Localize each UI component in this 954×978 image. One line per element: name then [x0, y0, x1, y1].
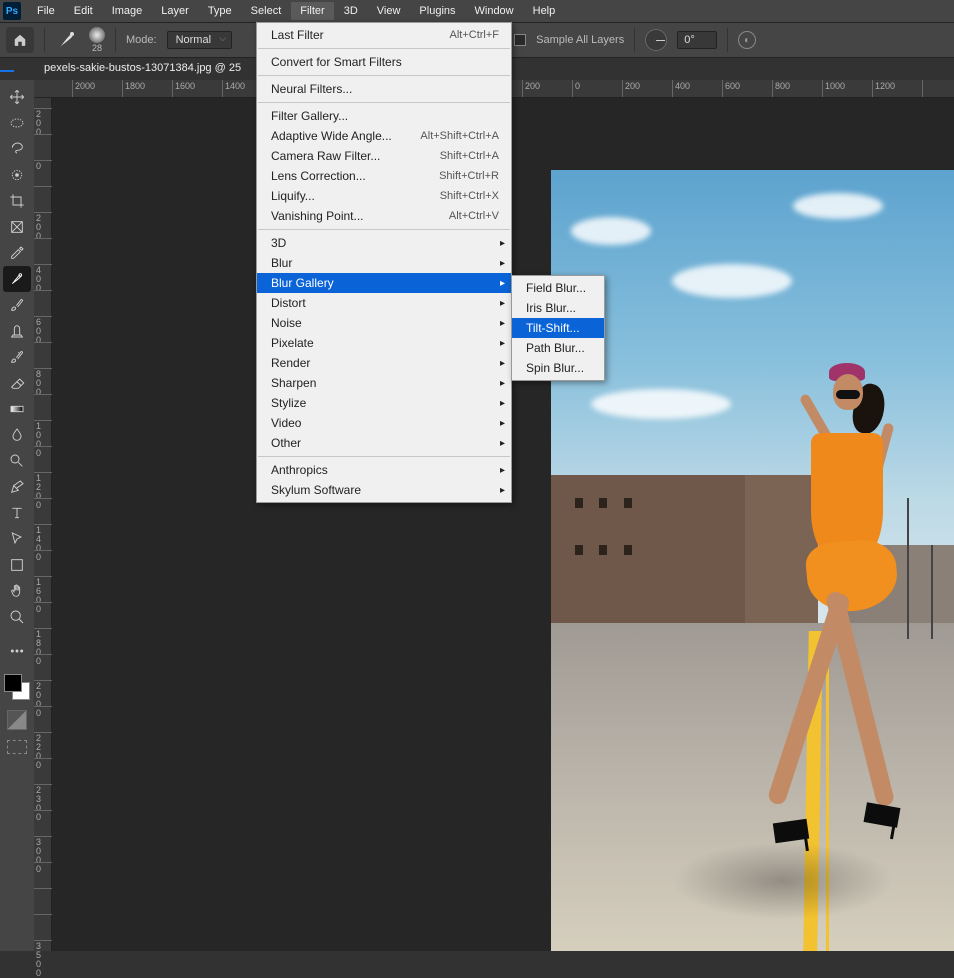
menu-help[interactable]: Help: [524, 2, 565, 20]
blur-gallery-item[interactable]: Field Blur...: [512, 278, 604, 298]
menu-filter[interactable]: Filter: [291, 2, 333, 20]
filter-menu-item[interactable]: Stylize: [257, 393, 511, 413]
sample-all-label: Sample All Layers: [536, 34, 624, 46]
filter-menu-item[interactable]: Lens Correction...Shift+Ctrl+R: [257, 166, 511, 186]
menu-3d[interactable]: 3D: [335, 2, 367, 20]
blur-gallery-item[interactable]: Tilt-Shift...: [512, 318, 604, 338]
separator: [44, 28, 45, 52]
filter-menu-item[interactable]: Render: [257, 353, 511, 373]
sample-all-checkbox[interactable]: [514, 34, 526, 46]
angle-input[interactable]: 0°: [677, 31, 717, 49]
filter-menu-item[interactable]: Adaptive Wide Angle...Alt+Shift+Ctrl+A: [257, 126, 511, 146]
angle-dial[interactable]: [645, 29, 667, 51]
filter-menu-item[interactable]: Camera Raw Filter...Shift+Ctrl+A: [257, 146, 511, 166]
separator: [634, 28, 635, 52]
panel-tab[interactable]: [0, 58, 14, 72]
blur-gallery-item[interactable]: Path Blur...: [512, 338, 604, 358]
marquee-tool[interactable]: [3, 110, 31, 136]
filter-menu-item[interactable]: Video: [257, 413, 511, 433]
crop-tool[interactable]: [3, 188, 31, 214]
type-tool[interactable]: [3, 500, 31, 526]
document-tab[interactable]: pexels-sakie-bustos-13071384.jpg @ 25: [34, 58, 251, 80]
menu-image[interactable]: Image: [103, 2, 152, 20]
move-tool[interactable]: [3, 84, 31, 110]
frame-tool[interactable]: [3, 214, 31, 240]
screen-mode-toggle[interactable]: [7, 740, 27, 754]
filter-menu-item[interactable]: Liquify...Shift+Ctrl+X: [257, 186, 511, 206]
filter-menu-item[interactable]: Skylum Software: [257, 480, 511, 500]
filter-menu-item[interactable]: Anthropics: [257, 460, 511, 480]
menu-layer[interactable]: Layer: [152, 2, 198, 20]
gradient-tool[interactable]: [3, 396, 31, 422]
filter-menu-item[interactable]: Blur Gallery: [257, 273, 511, 293]
filter-menu-item[interactable]: Pixelate: [257, 333, 511, 353]
filter-menu-item[interactable]: Noise: [257, 313, 511, 333]
color-swatches[interactable]: [4, 674, 30, 700]
eraser-tool[interactable]: [3, 370, 31, 396]
home-button[interactable]: [6, 27, 34, 53]
blur-gallery-submenu: Field Blur...Iris Blur...Tilt-Shift...Pa…: [511, 275, 605, 381]
menu-view[interactable]: View: [368, 2, 410, 20]
shape-tool[interactable]: [3, 552, 31, 578]
filter-menu-item[interactable]: 3D: [257, 233, 511, 253]
menu-plugins[interactable]: Plugins: [410, 2, 464, 20]
filter-menu-item[interactable]: Other: [257, 433, 511, 453]
blur-gallery-item[interactable]: Iris Blur...: [512, 298, 604, 318]
filter-menu-item[interactable]: Vanishing Point...Alt+Ctrl+V: [257, 206, 511, 226]
dodge-tool[interactable]: [3, 448, 31, 474]
menu-type[interactable]: Type: [199, 2, 241, 20]
edit-toolbar[interactable]: [3, 638, 31, 664]
vertical-ruler[interactable]: 2000200400600800100012001400160018002000…: [34, 98, 52, 951]
separator: [115, 28, 116, 52]
tools-panel: [0, 80, 34, 951]
filter-menu-dropdown: Last FilterAlt+Ctrl+F Convert for Smart F…: [256, 22, 512, 503]
menu-bar: Ps File Edit Image Layer Type Select Fil…: [0, 0, 954, 22]
zoom-tool[interactable]: [3, 604, 31, 630]
lasso-tool[interactable]: [3, 136, 31, 162]
filter-menu-item[interactable]: Last FilterAlt+Ctrl+F: [257, 25, 511, 45]
separator: [727, 28, 728, 52]
filter-menu-item[interactable]: Convert for Smart Filters: [257, 52, 511, 72]
quick-select-tool[interactable]: [3, 162, 31, 188]
mode-select[interactable]: Normal: [167, 31, 232, 49]
document-image: [551, 170, 954, 951]
blur-gallery-item[interactable]: Spin Blur...: [512, 358, 604, 378]
menu-file[interactable]: File: [28, 2, 64, 20]
filter-menu-item[interactable]: Distort: [257, 293, 511, 313]
brush-tool[interactable]: [3, 292, 31, 318]
mode-label: Mode:: [126, 34, 157, 46]
blur-tool[interactable]: [3, 422, 31, 448]
app-logo[interactable]: Ps: [3, 2, 21, 20]
path-select-tool[interactable]: [3, 526, 31, 552]
pressure-icon[interactable]: ◐: [738, 31, 756, 49]
menu-edit[interactable]: Edit: [65, 2, 102, 20]
clone-stamp-tool[interactable]: [3, 318, 31, 344]
history-brush-tool[interactable]: [3, 344, 31, 370]
eyedropper-tool[interactable]: [3, 240, 31, 266]
brush-size: 28: [92, 43, 102, 53]
hand-tool[interactable]: [3, 578, 31, 604]
pen-tool[interactable]: [3, 474, 31, 500]
filter-menu-item[interactable]: Filter Gallery...: [257, 106, 511, 126]
healing-brush-tool[interactable]: [3, 266, 31, 292]
filter-menu-item[interactable]: Sharpen: [257, 373, 511, 393]
healing-brush-icon[interactable]: [55, 28, 79, 52]
quick-mask-toggle[interactable]: [7, 710, 27, 730]
filter-menu-item[interactable]: Neural Filters...: [257, 79, 511, 99]
brush-preset[interactable]: 28: [89, 27, 105, 53]
menu-select[interactable]: Select: [242, 2, 291, 20]
filter-menu-item[interactable]: Blur: [257, 253, 511, 273]
menu-window[interactable]: Window: [466, 2, 523, 20]
